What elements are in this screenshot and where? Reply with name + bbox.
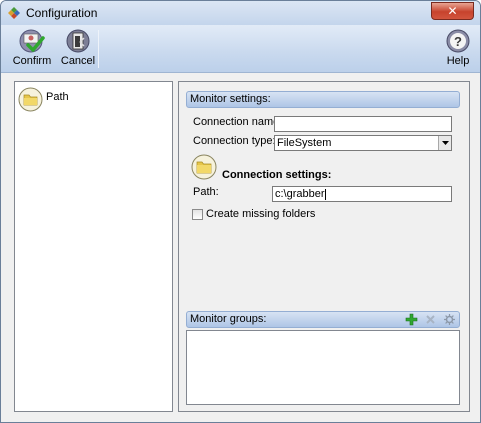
connection-type-select[interactable]: FileSystem <box>274 135 452 151</box>
path-label: Path: <box>193 186 219 198</box>
connection-name-field[interactable] <box>274 116 452 132</box>
cancel-button[interactable]: Cancel <box>58 28 98 70</box>
tree-item-path[interactable]: Path <box>18 86 69 112</box>
create-missing-folders-label[interactable]: Create missing folders <box>206 208 315 220</box>
app-icon <box>8 7 20 19</box>
tree-item-label: Path <box>46 91 69 103</box>
settings-tree[interactable]: Path <box>14 81 173 412</box>
title-bar[interactable]: Configuration ✕ <box>1 1 480 25</box>
dropdown-arrow-icon[interactable] <box>438 136 451 150</box>
confirm-button[interactable]: Confirm <box>10 28 54 70</box>
monitor-settings-header: Monitor settings: <box>186 91 460 108</box>
close-button[interactable]: ✕ <box>431 2 474 20</box>
cancel-label: Cancel <box>60 55 96 67</box>
path-value: c:\grabber <box>275 188 325 200</box>
remove-icon[interactable] <box>424 313 437 326</box>
connection-name-label: Connection name: <box>193 116 283 128</box>
connection-type-label: Connection type: <box>193 135 276 147</box>
connection-folder-icon <box>191 154 217 180</box>
window-title: Configuration <box>26 6 98 20</box>
path-field[interactable]: c:\grabber <box>272 186 452 202</box>
create-missing-folders-checkbox[interactable] <box>192 209 203 220</box>
connection-settings-title: Connection settings: <box>222 169 332 181</box>
settings-panel: Monitor settings: Connection name: Conne… <box>178 81 470 412</box>
close-icon: ✕ <box>447 4 458 18</box>
add-icon[interactable] <box>405 313 418 326</box>
help-label: Help <box>446 55 470 67</box>
confirm-label: Confirm <box>12 55 52 67</box>
monitor-groups-title: Monitor groups: <box>190 313 267 325</box>
connection-type-value: FileSystem <box>277 137 332 149</box>
monitor-settings-title: Monitor settings: <box>190 93 271 105</box>
toolbar-separator <box>98 30 99 68</box>
monitor-groups-toolbar <box>405 313 456 326</box>
help-button[interactable]: ? Help <box>438 28 478 70</box>
text-cursor <box>324 188 326 200</box>
monitor-groups-header: Monitor groups: <box>186 311 460 328</box>
monitor-groups-list[interactable] <box>186 330 460 405</box>
folder-icon <box>18 87 43 111</box>
confirm-icon <box>19 29 45 53</box>
cancel-icon <box>66 29 90 53</box>
configuration-window: Configuration ✕ Confirm Cancel ? Help Pa… <box>0 0 481 423</box>
settings-icon[interactable] <box>443 313 456 326</box>
toolbar: Confirm Cancel ? Help <box>1 25 480 73</box>
help-icon: ? <box>446 29 470 53</box>
svg-text:?: ? <box>454 34 462 49</box>
